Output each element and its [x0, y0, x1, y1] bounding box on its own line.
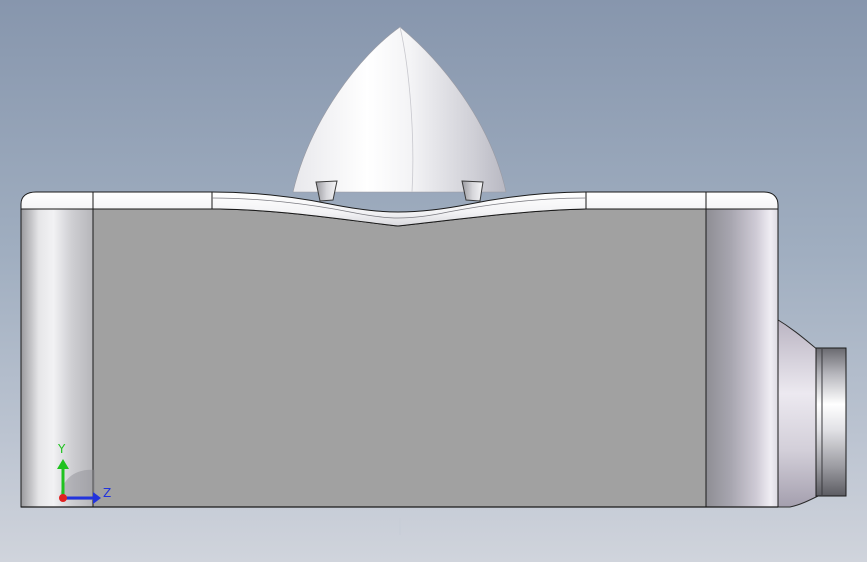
cone-slot-right[interactable]	[461, 180, 484, 202]
model-view[interactable]	[0, 0, 867, 562]
cone-slot-left[interactable]	[315, 180, 338, 202]
body-front-face[interactable]	[92, 208, 707, 508]
body-right-side[interactable]	[705, 206, 779, 508]
outlet-cylinder[interactable]	[815, 347, 847, 497]
triad-y-label: Y	[58, 442, 66, 456]
graphics-viewport[interactable]: Y Z	[0, 0, 867, 562]
triad-z-label: Z	[103, 486, 112, 500]
outlet-transition[interactable]	[774, 317, 819, 508]
body-left-side[interactable]	[20, 206, 94, 508]
triad-x-axis-dot	[59, 494, 67, 502]
nose-cone[interactable]	[292, 26, 507, 193]
